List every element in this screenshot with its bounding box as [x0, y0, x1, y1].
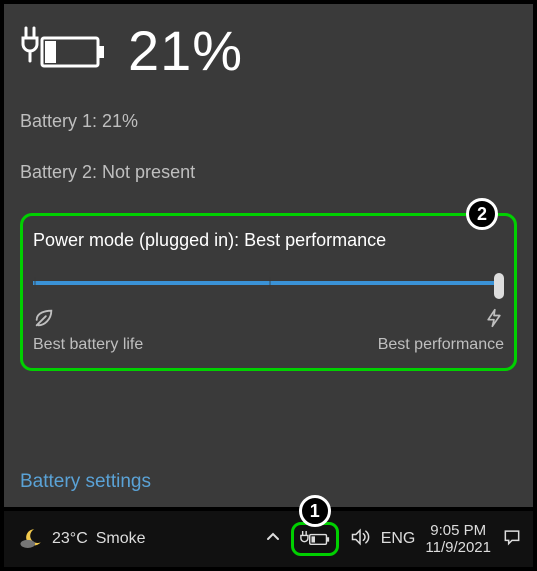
- battery-flyout: 21% Battery 1: 21% Battery 2: Not presen…: [4, 4, 533, 507]
- slider-endpoints: Best battery life Best performance: [33, 307, 504, 354]
- clock-time: 9:05 PM: [425, 522, 491, 539]
- action-center-icon[interactable]: [501, 527, 523, 552]
- lightning-icon: [484, 307, 504, 334]
- leaf-icon: [33, 307, 143, 334]
- battery1-status: Battery 1: 21%: [20, 111, 517, 132]
- annotation-badge-2: 2: [466, 198, 498, 230]
- slider-left-label: Best battery life: [33, 336, 143, 354]
- tray-battery-button[interactable]: 1: [291, 522, 339, 556]
- tray-overflow-chevron-icon[interactable]: [265, 529, 281, 550]
- annotation-badge-1: 1: [299, 495, 331, 527]
- language-indicator[interactable]: ENG: [381, 530, 416, 548]
- clock[interactable]: 9:05 PM 11/9/2021: [425, 522, 491, 557]
- battery2-status: Battery 2: Not present: [20, 162, 517, 183]
- battery-header: 21%: [20, 18, 517, 83]
- weather-icon: [18, 526, 44, 552]
- clock-date: 11/9/2021: [425, 539, 491, 556]
- battery-settings-link[interactable]: Battery settings: [20, 471, 151, 493]
- system-tray: 1 ENG 9:05 PM 11/9/2021: [265, 522, 523, 557]
- battery-charging-icon: [20, 26, 106, 76]
- battery-icon: [300, 529, 330, 549]
- slider-thumb[interactable]: [494, 273, 504, 299]
- weather-condition: Smoke: [96, 530, 146, 548]
- weather-temp: 23°C: [52, 530, 88, 548]
- power-mode-panel: 2 Power mode (plugged in): Best performa…: [20, 213, 517, 371]
- power-mode-slider[interactable]: [33, 273, 504, 303]
- power-mode-label: Power mode (plugged in): Best performanc…: [33, 230, 504, 251]
- volume-icon[interactable]: [349, 527, 371, 552]
- slider-right-label: Best performance: [378, 336, 504, 354]
- taskbar: 23°C Smoke 1 ENG 9:05 PM 11/9/2021: [4, 511, 533, 567]
- battery-percent: 21%: [128, 18, 243, 83]
- weather-widget[interactable]: 23°C Smoke: [18, 526, 146, 552]
